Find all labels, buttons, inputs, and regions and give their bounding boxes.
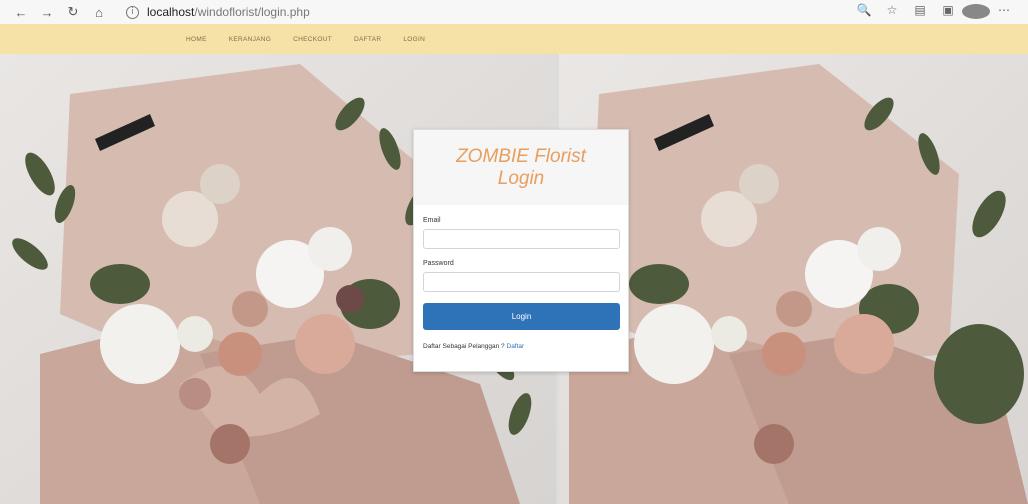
menu-icon[interactable]: ⋯ bbox=[990, 3, 1018, 21]
register-link[interactable]: Daftar bbox=[507, 343, 525, 350]
bouquet-photo-right bbox=[559, 54, 1028, 504]
home-icon[interactable]: ⌂ bbox=[86, 5, 112, 20]
register-prompt: Daftar Sebagai Pelanggan ? Daftar bbox=[423, 343, 619, 350]
password-label: Password bbox=[423, 260, 454, 267]
nav-login[interactable]: LOGIN bbox=[403, 36, 425, 43]
register-text: Daftar Sebagai Pelanggan ? bbox=[423, 343, 505, 350]
back-arrow-icon[interactable]: ← bbox=[8, 5, 34, 20]
card-header: ZOMBIE Florist Login bbox=[414, 130, 628, 205]
site-info-icon[interactable]: i bbox=[126, 5, 139, 19]
extensions-icon[interactable]: ▣ bbox=[934, 3, 962, 21]
nav-daftar[interactable]: DAFTAR bbox=[354, 36, 381, 43]
collections-icon[interactable]: ▤ bbox=[906, 3, 934, 21]
nav-checkout[interactable]: CHECKOUT bbox=[293, 36, 332, 43]
browser-toolbar: ← → ↻ ⌂ i localhost/windoflorist/login.p… bbox=[0, 0, 1028, 24]
login-title: ZOMBIE Florist Login bbox=[431, 146, 611, 190]
url-host: localhost bbox=[147, 5, 195, 19]
url-path: /windoflorist/login.php bbox=[194, 5, 310, 19]
login-form: Email Password Login Daftar Sebagai Pela… bbox=[414, 205, 628, 350]
profile-icon[interactable] bbox=[962, 3, 990, 21]
password-field[interactable] bbox=[423, 272, 620, 292]
forward-arrow-icon[interactable]: → bbox=[34, 5, 60, 20]
login-card: ZOMBIE Florist Login Email Password Logi… bbox=[413, 129, 629, 372]
bookmark-star-icon[interactable]: ☆ bbox=[878, 3, 906, 21]
site-nav: HOME KERANJANG CHECKOUT DAFTAR LOGIN bbox=[0, 24, 1028, 54]
email-field[interactable] bbox=[423, 229, 620, 249]
nav-home[interactable]: HOME bbox=[186, 36, 207, 43]
refresh-icon[interactable]: ↻ bbox=[60, 4, 86, 20]
nav-keranjang[interactable]: KERANJANG bbox=[229, 36, 271, 43]
login-button[interactable]: Login bbox=[423, 303, 620, 330]
zoom-icon[interactable]: 🔍 bbox=[850, 3, 878, 21]
email-label: Email bbox=[423, 217, 441, 224]
address-bar[interactable]: i localhost/windoflorist/login.php bbox=[126, 2, 310, 22]
login-title-line2: Login bbox=[497, 167, 545, 189]
login-title-line1: ZOMBIE Florist bbox=[456, 145, 586, 167]
